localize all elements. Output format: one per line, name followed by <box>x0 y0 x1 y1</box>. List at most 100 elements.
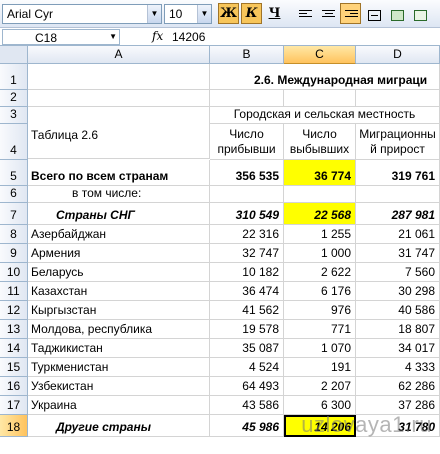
country-row-arrivals[interactable]: 64 493 <box>210 377 284 396</box>
country-row-label[interactable]: Туркменистан <box>28 358 210 377</box>
cell-empty[interactable] <box>210 186 284 203</box>
font-name-combo[interactable]: Arial Cyr ▼ <box>2 4 162 24</box>
country-row-label[interactable]: Кыргызстан <box>28 301 210 320</box>
row-header-13[interactable]: 13 <box>0 320 28 339</box>
country-row-departures[interactable]: 2 207 <box>284 377 356 396</box>
bold-button[interactable]: Ж <box>218 3 239 24</box>
country-row-net[interactable]: 30 298 <box>356 282 440 301</box>
country-row-arrivals[interactable]: 35 087 <box>210 339 284 358</box>
country-row-net[interactable]: 21 061 <box>356 225 440 244</box>
country-row-net[interactable]: 18 807 <box>356 320 440 339</box>
row-header-10[interactable]: 10 <box>0 263 28 282</box>
country-row-departures[interactable]: 1 070 <box>284 339 356 358</box>
country-row-arrivals[interactable]: 10 182 <box>210 263 284 282</box>
row-header-11[interactable]: 11 <box>0 282 28 301</box>
country-row-departures[interactable]: 1 255 <box>284 225 356 244</box>
country-row-arrivals[interactable]: 19 578 <box>210 320 284 339</box>
column-header-d[interactable]: D <box>356 46 440 64</box>
country-row-net[interactable]: 34 017 <box>356 339 440 358</box>
header-net-migration[interactable]: Миграционны й прирост <box>356 124 440 160</box>
other-row-arrivals[interactable]: 45 986 <box>210 415 284 437</box>
country-row-net[interactable]: 62 286 <box>356 377 440 396</box>
column-header-c[interactable]: C <box>284 46 356 64</box>
chevron-down-icon[interactable]: ▼ <box>109 30 117 44</box>
spreadsheet-grid[interactable]: A B C D 1 2 3 4 5 6 7 8 9 10 11 12 13 14 15 16 17 18 2.6. Межд… <box>0 46 440 454</box>
country-row-arrivals[interactable]: 43 586 <box>210 396 284 415</box>
country-row-departures[interactable]: 6 176 <box>284 282 356 301</box>
formula-input[interactable]: 14206 <box>172 30 205 44</box>
percent-button[interactable] <box>409 3 430 24</box>
row-header-16[interactable]: 16 <box>0 377 28 396</box>
country-row-arrivals[interactable]: 4 524 <box>210 358 284 377</box>
total-row-net[interactable]: 319 761 <box>356 160 440 186</box>
column-header-a[interactable]: A <box>28 46 210 64</box>
header-departures[interactable]: Число выбывших <box>284 124 356 160</box>
country-row-departures[interactable]: 2 622 <box>284 263 356 282</box>
select-all-corner[interactable] <box>0 46 28 64</box>
country-row-net[interactable]: 31 747 <box>356 244 440 263</box>
group-header[interactable]: Городская и сельская местность <box>210 107 440 124</box>
cell-a1[interactable] <box>28 64 210 90</box>
total-row-departures[interactable]: 36 774 <box>284 160 356 186</box>
italic-button[interactable]: К <box>241 3 262 24</box>
country-row-label[interactable]: Азербайджан <box>28 225 210 244</box>
country-row-label[interactable]: Узбекистан <box>28 377 210 396</box>
underline-button[interactable]: Ч <box>264 3 285 24</box>
total-row-arrivals[interactable]: 356 535 <box>210 160 284 186</box>
cis-row-arrivals[interactable]: 310 549 <box>210 203 284 225</box>
country-row-net[interactable]: 7 560 <box>356 263 440 282</box>
cell-empty[interactable] <box>356 186 440 203</box>
cell-a3[interactable] <box>28 107 210 124</box>
country-row-label[interactable]: Армения <box>28 244 210 263</box>
row-header-5[interactable]: 5 <box>0 160 28 186</box>
name-box[interactable]: C18 ▼ <box>2 29 120 45</box>
row-header-9[interactable]: 9 <box>0 244 28 263</box>
font-size-combo[interactable]: 10 ▼ <box>164 4 212 24</box>
align-right-button[interactable] <box>340 3 361 24</box>
chevron-down-icon[interactable]: ▼ <box>147 5 161 23</box>
row-header-7[interactable]: 7 <box>0 203 28 225</box>
row-header-2[interactable]: 2 <box>0 90 28 107</box>
cis-row-net[interactable]: 287 981 <box>356 203 440 225</box>
country-row-label[interactable]: Украина <box>28 396 210 415</box>
row-header-8[interactable]: 8 <box>0 225 28 244</box>
row-header-14[interactable]: 14 <box>0 339 28 358</box>
header-arrivals[interactable]: Число прибывши <box>210 124 284 160</box>
country-row-arrivals[interactable]: 22 316 <box>210 225 284 244</box>
row-header-12[interactable]: 12 <box>0 301 28 320</box>
including-label[interactable]: в том числе: <box>28 186 210 203</box>
table-label[interactable]: Таблица 2.6 <box>28 123 210 159</box>
country-row-arrivals[interactable]: 41 562 <box>210 301 284 320</box>
cis-row-label[interactable]: Страны СНГ <box>28 203 210 225</box>
total-row-label[interactable]: Всего по всем странам <box>28 160 210 186</box>
country-row-arrivals[interactable]: 36 474 <box>210 282 284 301</box>
cell-empty[interactable] <box>28 90 210 107</box>
country-row-label[interactable]: Молдова, республика <box>28 320 210 339</box>
cell-empty[interactable] <box>356 90 440 107</box>
country-row-departures[interactable]: 771 <box>284 320 356 339</box>
currency-button[interactable] <box>386 3 407 24</box>
other-row-label[interactable]: Другие страны <box>28 415 210 437</box>
chevron-down-icon[interactable]: ▼ <box>197 5 211 23</box>
country-row-departures[interactable]: 1 000 <box>284 244 356 263</box>
cell-empty[interactable] <box>284 90 356 107</box>
row-header-15[interactable]: 15 <box>0 358 28 377</box>
country-row-label[interactable]: Беларусь <box>28 263 210 282</box>
row-header-1[interactable]: 1 <box>0 64 28 90</box>
column-header-b[interactable]: B <box>210 46 284 64</box>
country-row-label[interactable]: Казахстан <box>28 282 210 301</box>
sheet-title[interactable]: 2.6. Международная миграци <box>210 64 440 90</box>
row-header-6[interactable]: 6 <box>0 186 28 203</box>
country-row-label[interactable]: Таджикистан <box>28 339 210 358</box>
country-row-departures[interactable]: 191 <box>284 358 356 377</box>
function-icon[interactable]: fx <box>152 29 163 43</box>
row-header-18[interactable]: 18 <box>0 415 28 437</box>
cell-empty[interactable] <box>210 90 284 107</box>
row-header-3[interactable]: 3 <box>0 107 28 124</box>
country-row-net[interactable]: 4 333 <box>356 358 440 377</box>
row-header-17[interactable]: 17 <box>0 396 28 415</box>
row-header-4[interactable]: 4 <box>0 124 28 160</box>
country-row-departures[interactable]: 976 <box>284 301 356 320</box>
align-center-button[interactable] <box>317 3 338 24</box>
country-row-net[interactable]: 40 586 <box>356 301 440 320</box>
